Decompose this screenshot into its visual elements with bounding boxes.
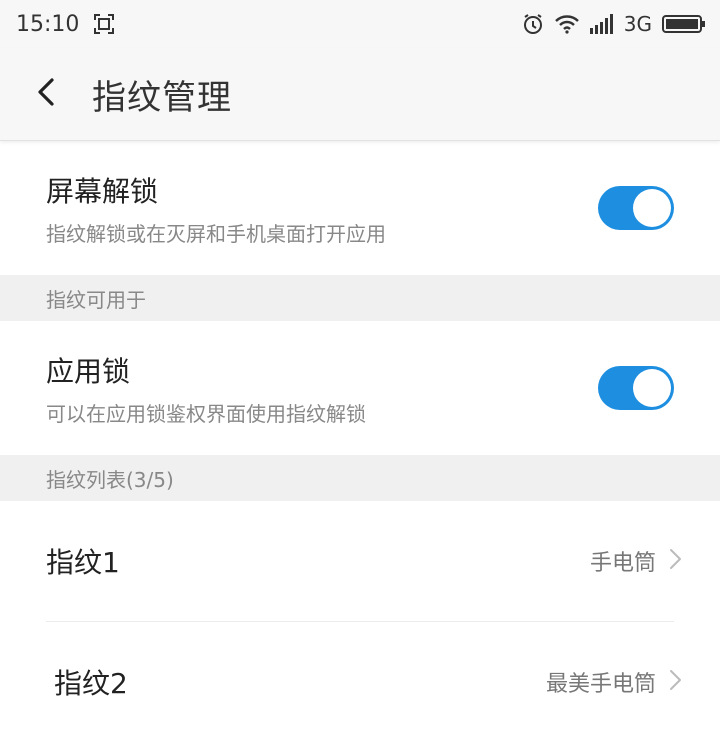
app-bar: 指纹管理	[0, 48, 720, 141]
fingerprint-app-group: 最美手电筒	[546, 666, 682, 698]
screenshot-icon	[93, 13, 115, 35]
section-header-fingerprint-list: 指纹列表(3/5)	[0, 455, 720, 501]
app-lock-subtitle: 可以在应用锁鉴权界面使用指纹解锁	[46, 401, 366, 426]
network-type: 3G	[623, 12, 652, 36]
app-lock-texts: 应用锁 可以在应用锁鉴权界面使用指纹解锁	[46, 350, 366, 427]
app-lock-toggle[interactable]	[598, 366, 674, 410]
fingerprint-app: 最美手电筒	[545, 672, 656, 697]
fingerprint-name: 指纹2	[54, 667, 128, 700]
toggle-knob	[633, 369, 671, 407]
app-lock-row[interactable]: 应用锁 可以在应用锁鉴权界面使用指纹解锁	[0, 321, 720, 455]
battery-icon	[662, 13, 706, 35]
screen-unlock-title: 屏幕解锁	[46, 174, 159, 208]
fingerprint-name: 指纹1	[46, 546, 120, 579]
fingerprint-app-group: 手电筒	[590, 545, 682, 577]
screen-unlock-row[interactable]: 屏幕解锁 指纹解锁或在灭屏和手机桌面打开应用	[0, 141, 720, 275]
page-title: 指纹管理	[92, 77, 232, 118]
alarm-icon	[522, 13, 544, 35]
wifi-icon	[554, 13, 580, 35]
status-bar: 15:10 3G	[0, 0, 720, 48]
status-right: 3G	[522, 12, 706, 36]
section-header-usage: 指纹可用于	[0, 275, 720, 321]
app-lock-title: 应用锁	[46, 354, 131, 388]
screen-unlock-texts: 屏幕解锁 指纹解锁或在灭屏和手机桌面打开应用	[46, 170, 386, 247]
chevron-right-icon	[668, 547, 682, 575]
signal-icon	[589, 14, 614, 34]
fingerprint-row-1[interactable]: 指纹1 手电筒	[0, 501, 720, 621]
back-button[interactable]	[0, 48, 92, 140]
status-left: 15:10	[16, 12, 115, 37]
chevron-left-icon	[35, 76, 57, 112]
screen-unlock-subtitle: 指纹解锁或在灭屏和手机桌面打开应用	[46, 221, 386, 246]
screen-unlock-toggle[interactable]	[598, 186, 674, 230]
fingerprint-row-2[interactable]: 指纹2 最美手电筒	[0, 622, 720, 742]
status-time: 15:10	[16, 11, 80, 37]
toggle-knob	[633, 189, 671, 227]
fingerprint-app: 手电筒	[589, 551, 656, 576]
chevron-right-icon	[668, 668, 682, 696]
